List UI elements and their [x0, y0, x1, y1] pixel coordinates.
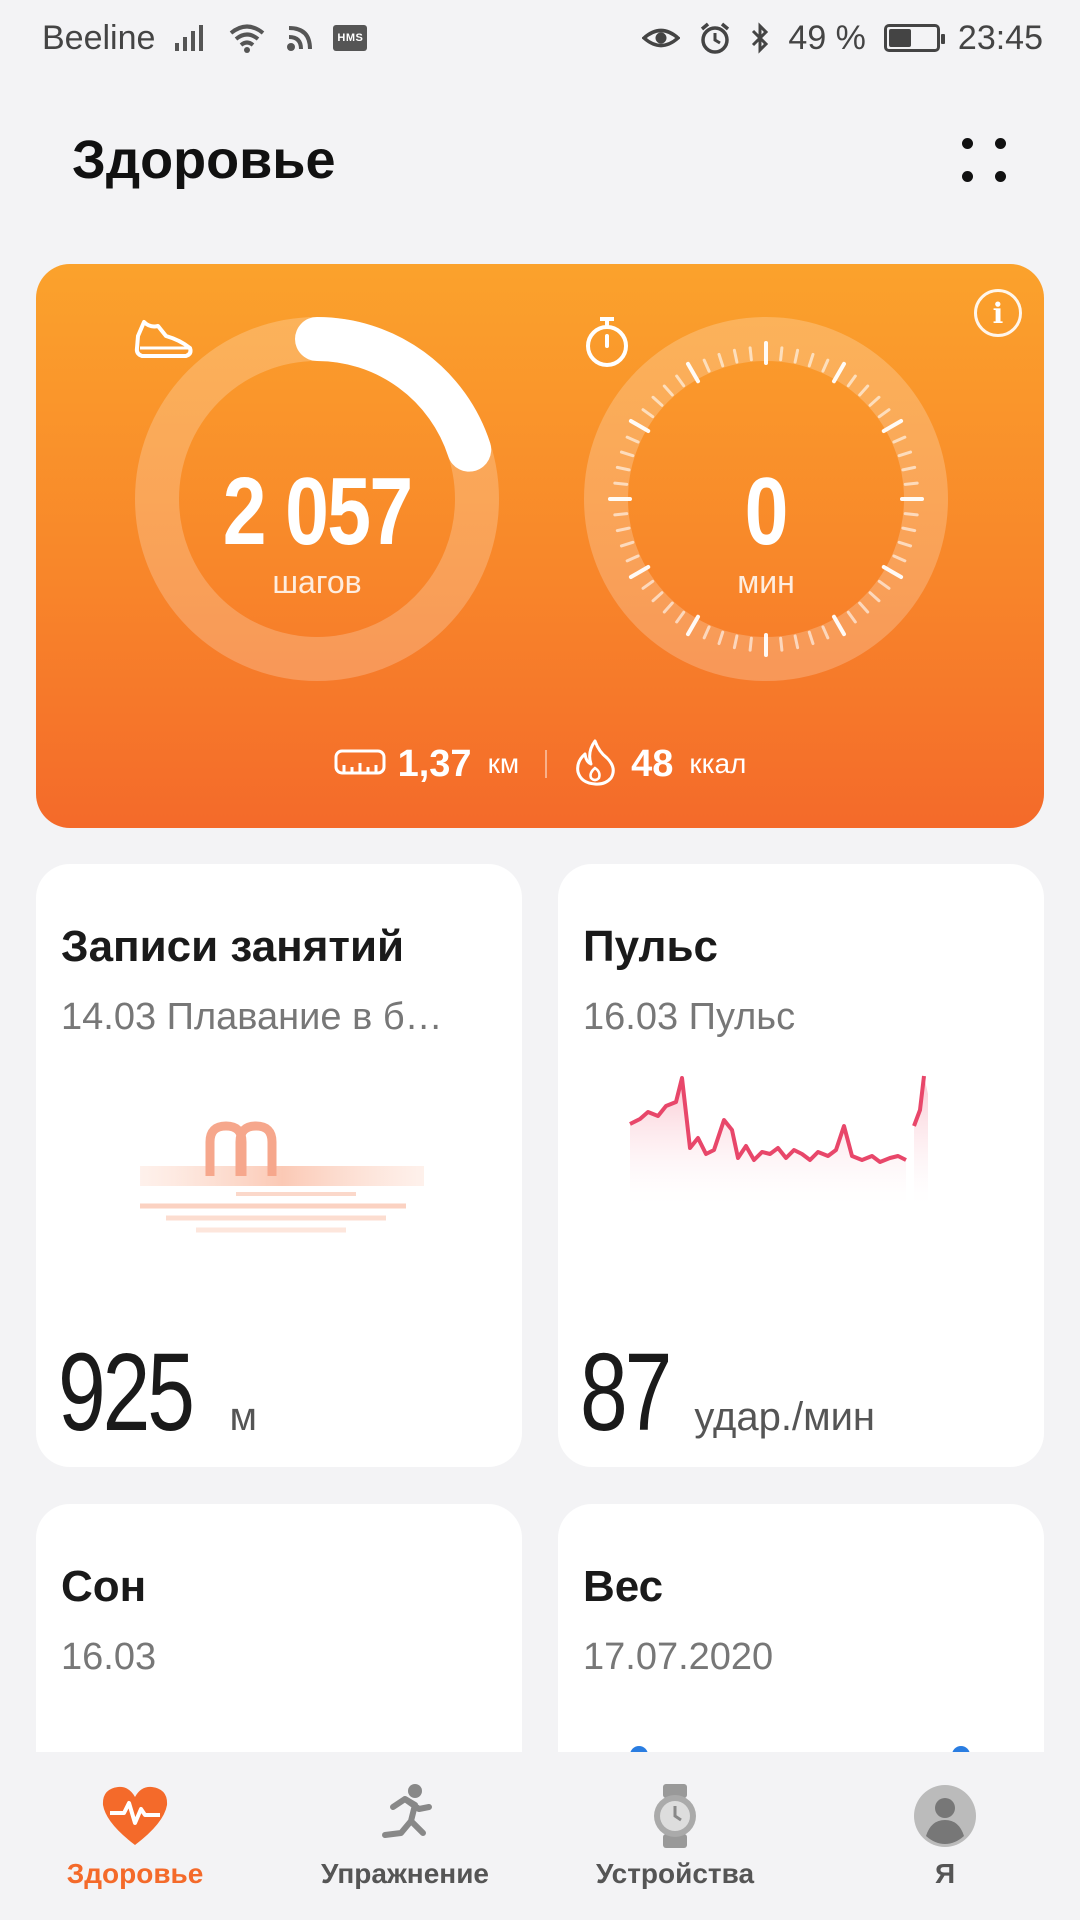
- hms-icon: HMS: [333, 25, 368, 51]
- clock: 23:45: [957, 18, 1043, 57]
- calories-value: 48: [631, 742, 674, 785]
- profile-icon: [909, 1780, 981, 1852]
- hotspot-icon: [285, 23, 315, 53]
- battery-icon: [883, 24, 945, 52]
- card-title: Записи занятий: [61, 922, 405, 971]
- carrier-name: Beeline: [42, 18, 156, 57]
- steps-ring[interactable]: 2 057 шагов: [132, 314, 502, 684]
- steps-unit: шагов: [272, 563, 362, 600]
- page-title: Здоровье: [72, 130, 336, 190]
- card-subtitle: 14.03 Плавание в б…: [61, 996, 443, 1038]
- minutes-ring[interactable]: 0 мин: [581, 314, 951, 684]
- dot: [962, 171, 973, 182]
- nav-label: Устройства: [595, 1858, 755, 1889]
- card-value-row: 925 м: [58, 1329, 257, 1456]
- activity-summary: 1,37 км 48 ккал: [36, 734, 1044, 794]
- distance-value: 1,37: [397, 742, 472, 785]
- card-title: Сон: [61, 1562, 147, 1611]
- workout-distance-value: 925: [58, 1331, 195, 1454]
- bluetooth-icon: [750, 22, 770, 54]
- status-bar: Beeline HMS 49 % 23:45: [0, 0, 1080, 76]
- distance-unit: км: [487, 748, 520, 779]
- card-title: Пульс: [583, 922, 718, 971]
- watch-icon: [639, 1780, 711, 1852]
- wifi-icon: [227, 22, 267, 54]
- card-subtitle: 17.07.2020: [583, 1636, 774, 1678]
- calories-stat: 48 ккал: [573, 738, 746, 791]
- nav-devices[interactable]: Устройства: [540, 1752, 810, 1920]
- bottom-navigation: Здоровье Упражнение Устройства Я: [0, 1752, 1080, 1920]
- minutes-unit: мин: [737, 563, 795, 600]
- signal-icon: [173, 23, 209, 53]
- workout-distance-unit: м: [229, 1395, 258, 1439]
- dot: [962, 138, 973, 149]
- alarm-icon: [698, 21, 732, 55]
- battery-percent: 49 %: [788, 18, 866, 57]
- heart-pulse-icon: [99, 1780, 171, 1852]
- ruler-icon: [334, 747, 386, 782]
- dot: [995, 138, 1006, 149]
- divider: [545, 750, 548, 778]
- info-icon[interactable]: i: [974, 289, 1022, 337]
- card-subtitle: 16.03 Пульс: [583, 996, 796, 1038]
- heart-rate-sparkline: [618, 1064, 978, 1209]
- heart-rate-unit: удар./мин: [694, 1395, 876, 1439]
- calories-unit: ккал: [689, 748, 747, 779]
- eye-comfort-icon: [642, 23, 681, 53]
- swimming-pool-icon: [126, 1114, 426, 1249]
- nav-exercise[interactable]: Упражнение: [270, 1752, 540, 1920]
- card-value-row: 87 удар./мин: [580, 1329, 875, 1456]
- minutes-value: 0: [744, 457, 789, 565]
- running-icon: [369, 1780, 441, 1852]
- card-subtitle: 16.03: [61, 1636, 157, 1678]
- steps-value: 2 057: [222, 457, 413, 565]
- heart-rate-value: 87: [580, 1331, 672, 1454]
- nav-label: Здоровье: [66, 1858, 204, 1889]
- nav-label: Упражнение: [321, 1858, 489, 1889]
- nav-label: Я: [934, 1858, 956, 1889]
- flame-icon: [573, 738, 619, 791]
- nav-me[interactable]: Я: [810, 1752, 1080, 1920]
- activity-card[interactable]: i 2 057 шагов 0 мин 1,37 км 48 ккал: [36, 264, 1044, 828]
- app-header: Здоровье: [0, 100, 1080, 220]
- dot: [995, 171, 1006, 182]
- nav-health[interactable]: Здоровье: [0, 1752, 270, 1920]
- heart-rate-card[interactable]: Пульс 16.03 Пульс 87 удар./мин: [558, 864, 1044, 1467]
- workout-records-card[interactable]: Записи занятий 14.03 Плавание в б… 925 м: [36, 864, 522, 1467]
- card-title: Вес: [583, 1562, 664, 1611]
- distance-stat: 1,37 км: [334, 743, 519, 786]
- more-options-button[interactable]: [958, 134, 1010, 186]
